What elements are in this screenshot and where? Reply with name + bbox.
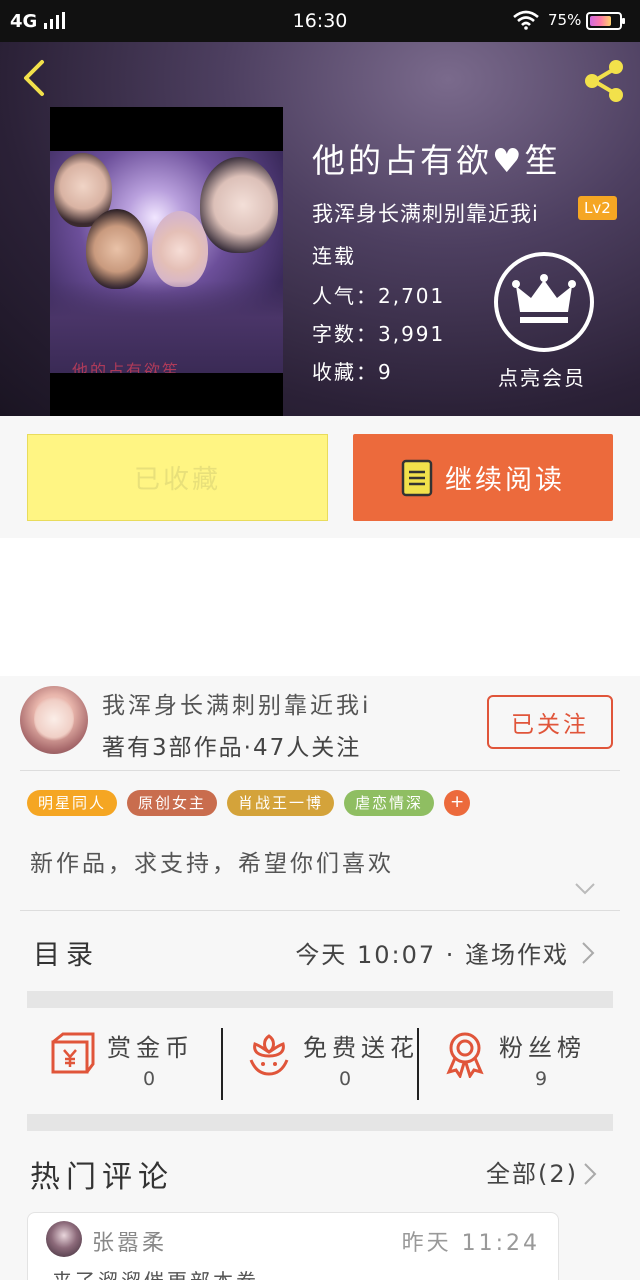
author-avatar[interactable]: [20, 686, 88, 754]
comment-text: 来了溜溜催更部本卷: [52, 1265, 259, 1280]
continue-reading-label: 继续阅读: [445, 465, 565, 496]
add-tag-icon[interactable]: +: [444, 790, 471, 816]
stat-label: 赏金币: [107, 1034, 194, 1062]
book-title: 他的占有欲♥笙: [312, 141, 561, 180]
section-separator: [27, 991, 613, 1008]
author-name[interactable]: 我浑身长满刺别靠近我i: [102, 686, 371, 720]
wifi-icon: [513, 10, 539, 30]
book-details: 我浑身长满刺别靠近我i 著有3部作品·47人关注 已关注 明星同人 原创女主 肖战王…: [0, 676, 640, 1280]
back-arrow-icon[interactable]: [14, 56, 58, 100]
battery-percent: 75%: [548, 11, 582, 29]
stat-label: 粉丝榜: [499, 1034, 586, 1062]
tag-chip[interactable]: 肖战王一博: [227, 790, 335, 816]
all-comments-link[interactable]: 全部(2): [486, 1154, 578, 1189]
word-count: 字数：3,991: [312, 322, 446, 346]
cover-caption: 他的占有欲笙: [72, 361, 181, 373]
toc-label: 目录: [33, 940, 99, 971]
commenter-name[interactable]: 张嚣柔: [92, 1225, 167, 1257]
stat-value: 0: [142, 1068, 156, 1090]
tag-list: 明星同人 原创女主 肖战王一博 虐恋情深 +: [27, 790, 471, 816]
favorited-button[interactable]: 已收藏: [27, 434, 328, 521]
chevron-right-icon[interactable]: [583, 1162, 597, 1186]
book-header: 他的占有欲笙 他的占有欲♥笙 我浑身长满刺别靠近我i Lv2 连载 人气：2,7…: [0, 42, 640, 416]
continue-reading-button[interactable]: 继续阅读: [353, 434, 613, 521]
action-bar: 已收藏 继续阅读: [0, 416, 640, 538]
share-icon[interactable]: [580, 56, 630, 106]
crown-icon: [512, 274, 576, 323]
vip-label[interactable]: 点亮会员: [498, 362, 586, 391]
divider: [20, 910, 620, 911]
stat-fan-ranking[interactable]: 粉丝榜 9: [419, 1010, 615, 1114]
stat-label: 免费送花: [303, 1034, 419, 1062]
medal-icon: [446, 1032, 484, 1078]
latest-chapter[interactable]: 今天 10:07 · 逢场作戏: [295, 935, 569, 970]
stat-value: 9: [534, 1068, 548, 1090]
section-separator: [27, 1114, 613, 1131]
tag-chip[interactable]: 明星同人: [27, 790, 118, 816]
gold-coin-envelope-icon: [51, 1032, 95, 1074]
divider: [20, 770, 620, 771]
flower-icon: [249, 1034, 289, 1076]
interaction-stats: 赏金币 0 免费送花 0 粉丝榜 9: [27, 1010, 613, 1114]
cover-artwork: 他的占有欲笙: [50, 151, 283, 373]
author-stats: 著有3部作品·47人关注: [102, 735, 362, 761]
blank-area: [0, 538, 640, 676]
clock: 16:30: [292, 10, 348, 32]
comment-time: 昨天 11:24: [401, 1231, 540, 1256]
book-icon: [401, 459, 433, 496]
status-bar: 4G 16:30 75%: [0, 0, 640, 42]
vip-button[interactable]: [494, 252, 594, 352]
author-level-badge: Lv2: [578, 196, 617, 220]
stat-free-flowers[interactable]: 免费送花 0: [223, 1010, 419, 1114]
tag-chip[interactable]: 原创女主: [127, 790, 218, 816]
stat-value: 0: [338, 1068, 352, 1090]
popularity: 人气：2,701: [312, 284, 446, 308]
commenter-avatar[interactable]: [46, 1221, 82, 1257]
book-intro: 新作品，求支持，希望你们喜欢: [30, 851, 394, 877]
favorite-count: 收藏：9: [312, 360, 393, 384]
table-of-contents-row[interactable]: 目录 今天 10:07 · 逢场作戏: [27, 913, 613, 989]
battery-icon: [586, 12, 625, 30]
book-cover[interactable]: 他的占有欲笙: [50, 107, 283, 416]
book-author[interactable]: 我浑身长满刺别靠近我i: [312, 198, 539, 228]
stat-gold-coins[interactable]: 赏金币 0: [27, 1010, 223, 1114]
tag-chip[interactable]: 虐恋情深: [344, 790, 435, 816]
chevron-down-icon[interactable]: [574, 882, 596, 896]
follow-button[interactable]: 已关注: [487, 695, 613, 749]
serial-status: 连载: [312, 244, 356, 268]
hot-comments-title: 热门评论: [30, 1160, 174, 1195]
chevron-right-icon: [582, 942, 595, 964]
comment-card[interactable]: 张嚣柔 昨天 11:24 来了溜溜催更部本卷: [27, 1212, 559, 1280]
